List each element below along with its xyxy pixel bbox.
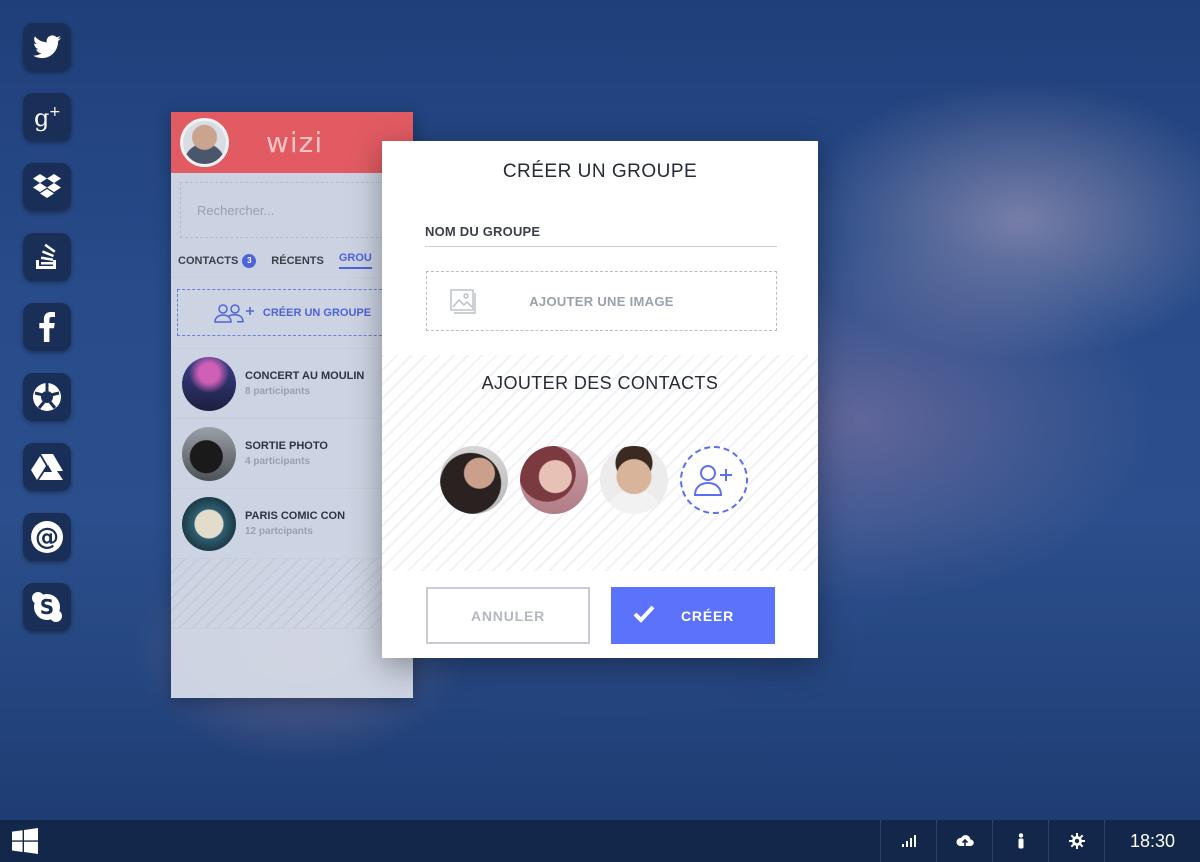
- app-logo: wizi: [266, 126, 324, 159]
- group-name: SORTIE PHOTO: [245, 440, 328, 452]
- tab-groups[interactable]: GROU: [338, 252, 372, 269]
- contacts-count-badge: 3: [242, 253, 257, 268]
- email-at-icon: @: [31, 521, 63, 553]
- tab-label: CONTACTS: [178, 254, 239, 267]
- stack-overflow-icon: [36, 243, 56, 269]
- messaging-app-panel: wizi Rechercher... CONTACTS 3 RÉCENTS GR…: [171, 112, 413, 698]
- group-thumbnail: [182, 496, 236, 551]
- picasa-button[interactable]: [23, 373, 71, 421]
- email-button[interactable]: @: [23, 513, 71, 561]
- dropbox-button[interactable]: [23, 163, 71, 211]
- picasa-icon: [33, 383, 61, 411]
- google-drive-button[interactable]: [23, 443, 71, 491]
- person-icon: [1018, 833, 1023, 849]
- add-contact-button[interactable]: [680, 446, 748, 514]
- svg-text:g: g: [34, 104, 49, 132]
- tab-contacts[interactable]: CONTACTS 3: [178, 253, 257, 268]
- stack-overflow-button[interactable]: [23, 233, 71, 281]
- list-item[interactable]: PARIS COMIC CON 12 partcipants: [171, 489, 413, 559]
- signal-tray-button[interactable]: [880, 820, 936, 862]
- create-group-button[interactable]: CRÉER UN GROUPE: [177, 289, 407, 336]
- settings-tray-button[interactable]: [1048, 820, 1104, 862]
- cancel-button[interactable]: ANNULER: [426, 587, 590, 644]
- contact-avatar[interactable]: [520, 446, 588, 514]
- add-image-dropzone[interactable]: AJOUTER UNE IMAGE: [426, 271, 777, 331]
- contact-avatar[interactable]: [600, 446, 668, 514]
- cloud-upload-icon: [955, 835, 974, 846]
- empty-row: [171, 559, 413, 629]
- add-user-icon: [693, 465, 732, 496]
- cancel-label: ANNULER: [470, 607, 546, 624]
- twitter-icon: [33, 35, 61, 59]
- add-group-icon: [214, 303, 254, 323]
- contact-avatar[interactable]: [440, 446, 508, 514]
- dropbox-icon: [33, 174, 61, 198]
- taskbar: 18:30: [0, 820, 1200, 862]
- gear-icon: [1068, 833, 1085, 849]
- user-avatar[interactable]: [180, 118, 229, 167]
- twitter-button[interactable]: [23, 23, 71, 71]
- create-button[interactable]: CRÉER: [611, 587, 775, 644]
- facebook-button[interactable]: [23, 303, 71, 351]
- check-icon: [633, 605, 655, 623]
- svg-text:S: S: [40, 595, 54, 619]
- create-group-label: CRÉER UN GROUPE: [262, 306, 372, 319]
- add-contacts-section: AJOUTER DES CONTACTS: [382, 355, 818, 571]
- google-plus-button[interactable]: g +: [23, 93, 71, 141]
- google-drive-icon: [31, 454, 63, 480]
- list-item[interactable]: CONCERT AU MOULIN 8 participants: [171, 349, 413, 419]
- social-dock: g + @ S: [23, 23, 71, 653]
- google-plus-icon: g +: [34, 104, 61, 132]
- tab-recents[interactable]: RÉCENTS: [271, 255, 324, 267]
- search-placeholder: Rechercher...: [197, 202, 275, 218]
- windows-logo-icon: [12, 828, 38, 854]
- app-tabs: CONTACTS 3 RÉCENTS GROU: [171, 244, 413, 278]
- svg-text:+: +: [49, 104, 61, 120]
- skype-icon: S: [32, 592, 62, 622]
- group-meta: 12 partcipants: [245, 526, 313, 537]
- facebook-icon: [39, 312, 55, 342]
- svg-text:@: @: [35, 523, 59, 551]
- group-meta: 8 participants: [245, 386, 311, 397]
- list-item[interactable]: SORTIE PHOTO 4 participants: [171, 419, 413, 489]
- create-label: CRÉER: [681, 607, 735, 624]
- modal-title: CRÉER UN GROUPE: [502, 161, 698, 182]
- clock: 18:30: [1104, 820, 1200, 862]
- cloud-tray-button[interactable]: [936, 820, 992, 862]
- signal-icon: [901, 835, 916, 847]
- image-icon: [450, 289, 476, 314]
- group-thumbnail: [182, 356, 236, 411]
- tab-label: RÉCENTS: [271, 254, 324, 267]
- group-meta: 4 participants: [245, 456, 311, 467]
- group-name-field[interactable]: [425, 246, 777, 247]
- tab-label: GROU: [338, 252, 372, 264]
- start-button[interactable]: [0, 820, 50, 862]
- group-name-label: NOM DU GROUPE: [425, 224, 541, 239]
- system-tray: 18:30: [880, 820, 1200, 862]
- add-contacts-title: AJOUTER DES CONTACTS: [481, 373, 719, 393]
- person-tray-button[interactable]: [992, 820, 1048, 862]
- group-list: CONCERT AU MOULIN 8 participants SORTIE …: [171, 348, 413, 629]
- search-input[interactable]: Rechercher...: [180, 182, 407, 238]
- add-image-label: AJOUTER UNE IMAGE: [529, 293, 674, 309]
- app-header: wizi: [171, 112, 413, 173]
- group-thumbnail: [182, 426, 236, 481]
- skype-button[interactable]: S: [23, 583, 71, 631]
- selected-contacts: [440, 446, 748, 514]
- group-name: CONCERT AU MOULIN: [245, 370, 365, 382]
- group-name: PARIS COMIC CON: [245, 510, 346, 522]
- create-group-modal: CRÉER UN GROUPE NOM DU GROUPE AJOUTER UN…: [382, 141, 818, 658]
